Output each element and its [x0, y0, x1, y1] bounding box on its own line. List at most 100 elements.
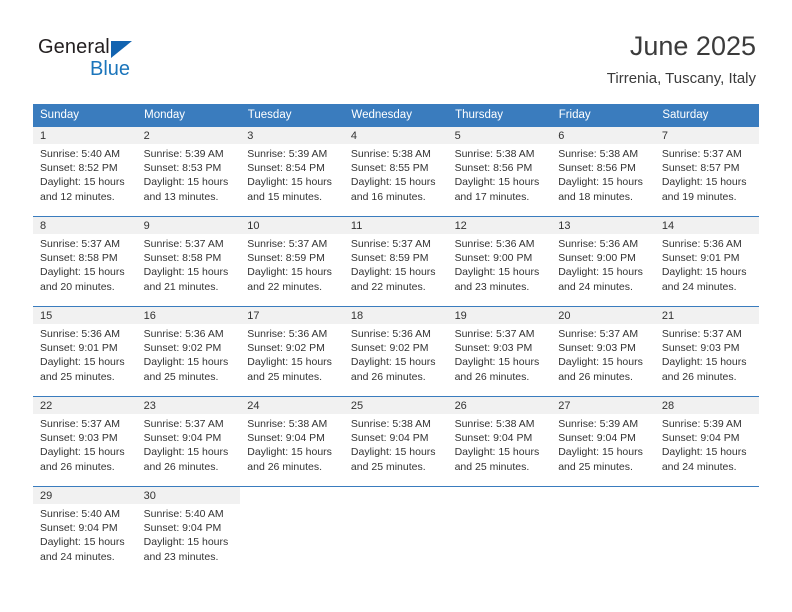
- day-cell-inner: 12 Sunrise: 5:36 AM Sunset: 9:00 PM Dayligh…: [447, 217, 552, 306]
- daylight-text-line2: and 22 minutes.: [247, 280, 322, 293]
- sunrise-text: Sunrise: 5:39 AM: [661, 418, 742, 430]
- day-details: Sunrise: 5:38 AM Sunset: 9:04 PM Daylight:…: [344, 414, 448, 474]
- day-number: 22: [33, 397, 137, 414]
- empty-day-placeholder: [240, 487, 344, 576]
- calendar-day-cell[interactable]: 21 Sunrise: 5:37 AM Sunset: 9:03 PM Dayligh…: [654, 306, 759, 397]
- calendar-day-cell[interactable]: 30 Sunrise: 5:40 AM Sunset: 9:04 PM Dayligh…: [136, 486, 241, 576]
- calendar-day-cell[interactable]: 2 Sunrise: 5:39 AM Sunset: 8:53 PM Daylight…: [136, 126, 241, 217]
- daylight-text-line1: Daylight: 15 hours: [40, 356, 125, 369]
- day-number: 10: [240, 217, 344, 234]
- calendar-week-row: 29 Sunrise: 5:40 AM Sunset: 9:04 PM Dayligh…: [33, 486, 759, 576]
- calendar-page: General Blue June 2025 Tirrenia, Tuscany…: [0, 0, 792, 612]
- calendar-day-cell[interactable]: 9 Sunrise: 5:37 AM Sunset: 8:58 PM Daylight…: [136, 216, 241, 307]
- day-cell-inner: 10 Sunrise: 5:37 AM Sunset: 8:59 PM Dayligh…: [240, 217, 344, 306]
- calendar-day-cell[interactable]: 14 Sunrise: 5:36 AM Sunset: 9:01 PM Dayligh…: [654, 216, 759, 307]
- sunrise-text: Sunrise: 5:37 AM: [350, 238, 431, 250]
- sunset-text: Sunset: 9:04 PM: [40, 522, 118, 535]
- daylight-text-line1: Daylight: 15 hours: [454, 356, 540, 369]
- day-details: Sunrise: 5:39 AM Sunset: 8:54 PM Daylight:…: [240, 144, 344, 204]
- calendar-day-cell[interactable]: 3 Sunrise: 5:39 AM Sunset: 8:54 PM Daylight…: [240, 126, 344, 217]
- calendar-day-cell[interactable]: 4 Sunrise: 5:38 AM Sunset: 8:55 PM Daylight…: [343, 126, 448, 217]
- blue-triangle-icon: [111, 41, 132, 58]
- calendar-day-cell[interactable]: 1 Sunrise: 5:40 AM Sunset: 8:52 PM Daylight…: [33, 126, 137, 217]
- day-details: Sunrise: 5:37 AM Sunset: 8:57 PM Daylight:…: [655, 144, 759, 204]
- calendar-day-cell[interactable]: 16 Sunrise: 5:36 AM Sunset: 9:02 PM Dayligh…: [136, 306, 241, 397]
- daylight-text-line1: Daylight: 15 hours: [143, 536, 229, 549]
- day-details: Sunrise: 5:38 AM Sunset: 8:56 PM Daylight:…: [551, 144, 655, 204]
- calendar-day-cell[interactable]: 19 Sunrise: 5:37 AM Sunset: 9:03 PM Dayligh…: [447, 306, 552, 397]
- calendar-day-cell[interactable]: 15 Sunrise: 5:36 AM Sunset: 9:01 PM Dayligh…: [33, 306, 137, 397]
- day-number: 29: [33, 487, 137, 504]
- sunrise-text: Sunrise: 5:36 AM: [350, 328, 431, 340]
- day-cell-inner: 29 Sunrise: 5:40 AM Sunset: 9:04 PM Dayligh…: [33, 487, 137, 576]
- daylight-text-line1: Daylight: 15 hours: [247, 446, 332, 459]
- daylight-text-line1: Daylight: 15 hours: [40, 536, 125, 549]
- calendar-day-cell[interactable]: 26 Sunrise: 5:38 AM Sunset: 9:04 PM Dayligh…: [447, 396, 552, 487]
- day-details: Sunrise: 5:36 AM Sunset: 9:01 PM Daylight:…: [655, 234, 759, 294]
- day-details: Sunrise: 5:38 AM Sunset: 9:04 PM Daylight:…: [240, 414, 344, 474]
- generalblue-logo[interactable]: General Blue: [38, 36, 158, 84]
- logo-text-general: General: [38, 36, 110, 58]
- calendar-day-cell[interactable]: 24 Sunrise: 5:38 AM Sunset: 9:04 PM Dayligh…: [240, 396, 344, 487]
- calendar-day-cell[interactable]: 23 Sunrise: 5:37 AM Sunset: 9:04 PM Dayligh…: [136, 396, 241, 487]
- calendar-week-row: 1 Sunrise: 5:40 AM Sunset: 8:52 PM Daylight…: [33, 126, 759, 217]
- weekday-header-sunday: Sunday: [33, 104, 138, 127]
- calendar-day-cell[interactable]: 27 Sunrise: 5:39 AM Sunset: 9:04 PM Dayligh…: [551, 396, 655, 487]
- calendar-day-cell[interactable]: 8 Sunrise: 5:37 AM Sunset: 8:58 PM Daylight…: [33, 216, 137, 307]
- calendar-day-cell[interactable]: 10 Sunrise: 5:37 AM Sunset: 8:59 PM Dayligh…: [240, 216, 344, 307]
- day-cell-inner: 21 Sunrise: 5:37 AM Sunset: 9:03 PM Dayligh…: [654, 307, 759, 396]
- daylight-text-line1: Daylight: 15 hours: [40, 446, 125, 459]
- day-details: Sunrise: 5:39 AM Sunset: 9:04 PM Daylight:…: [551, 414, 655, 474]
- calendar-day-cell[interactable]: 25 Sunrise: 5:38 AM Sunset: 9:04 PM Dayligh…: [343, 396, 448, 487]
- sunrise-text: Sunrise: 5:38 AM: [454, 418, 535, 430]
- calendar-day-cell[interactable]: 12 Sunrise: 5:36 AM Sunset: 9:00 PM Dayligh…: [447, 216, 552, 307]
- daylight-text-line1: Daylight: 15 hours: [661, 176, 747, 189]
- sunset-text: Sunset: 9:04 PM: [247, 432, 325, 445]
- sunset-text: Sunset: 9:04 PM: [143, 432, 222, 445]
- calendar-day-cell[interactable]: 28 Sunrise: 5:39 AM Sunset: 9:04 PM Dayligh…: [654, 396, 759, 487]
- calendar-day-cell[interactable]: 7 Sunrise: 5:37 AM Sunset: 8:57 PM Daylight…: [654, 126, 759, 217]
- calendar-day-cell[interactable]: 6 Sunrise: 5:38 AM Sunset: 8:56 PM Daylight…: [551, 126, 655, 217]
- daylight-text-line1: Daylight: 15 hours: [661, 266, 747, 279]
- sunrise-text: Sunrise: 5:40 AM: [40, 148, 120, 160]
- sunset-text: Sunset: 9:00 PM: [454, 252, 533, 265]
- daylight-text-line2: and 24 minutes.: [558, 280, 633, 293]
- sunset-text: Sunset: 8:57 PM: [661, 162, 740, 175]
- calendar-day-cell[interactable]: 20 Sunrise: 5:37 AM Sunset: 9:03 PM Dayligh…: [551, 306, 655, 397]
- calendar-day-cell[interactable]: 11 Sunrise: 5:37 AM Sunset: 8:59 PM Dayligh…: [343, 216, 448, 307]
- daylight-text-line1: Daylight: 15 hours: [661, 446, 747, 459]
- day-number: 3: [240, 127, 344, 144]
- calendar-day-cell[interactable]: 18 Sunrise: 5:36 AM Sunset: 9:02 PM Dayligh…: [343, 306, 448, 397]
- daylight-text-line1: Daylight: 15 hours: [661, 356, 747, 369]
- sunset-text: Sunset: 8:54 PM: [247, 162, 325, 175]
- day-cell-inner: 7 Sunrise: 5:37 AM Sunset: 8:57 PM Daylight…: [654, 127, 759, 216]
- sunrise-text: Sunrise: 5:37 AM: [40, 418, 120, 430]
- day-number: 19: [447, 307, 552, 324]
- calendar-day-cell[interactable]: 13 Sunrise: 5:36 AM Sunset: 9:00 PM Dayligh…: [551, 216, 655, 307]
- day-details: Sunrise: 5:36 AM Sunset: 9:00 PM Daylight:…: [551, 234, 655, 294]
- daylight-text-line2: and 12 minutes.: [40, 190, 115, 203]
- day-number: 20: [551, 307, 655, 324]
- empty-day-placeholder: [551, 487, 655, 576]
- day-cell-inner: 26 Sunrise: 5:38 AM Sunset: 9:04 PM Dayligh…: [447, 397, 552, 486]
- calendar-day-cell[interactable]: 17 Sunrise: 5:36 AM Sunset: 9:02 PM Dayligh…: [240, 306, 344, 397]
- calendar-header-row: Sunday Monday Tuesday Wednesday Thursday Frid…: [33, 104, 759, 127]
- weekday-header-saturday: Saturday: [654, 104, 759, 127]
- sunrise-text: Sunrise: 5:36 AM: [40, 328, 120, 340]
- day-cell-inner: 4 Sunrise: 5:38 AM Sunset: 8:55 PM Daylight…: [343, 127, 448, 216]
- daylight-text-line2: and 26 minutes.: [40, 460, 115, 473]
- sunset-text: Sunset: 8:59 PM: [247, 252, 325, 265]
- day-details: Sunrise: 5:36 AM Sunset: 9:02 PM Daylight:…: [344, 324, 448, 384]
- empty-day-placeholder: [447, 487, 552, 576]
- calendar-cell-empty: [551, 486, 655, 576]
- calendar-day-cell[interactable]: 29 Sunrise: 5:40 AM Sunset: 9:04 PM Dayligh…: [33, 486, 137, 576]
- sunrise-text: Sunrise: 5:37 AM: [454, 328, 535, 340]
- calendar-day-cell[interactable]: 22 Sunrise: 5:37 AM Sunset: 9:03 PM Dayligh…: [33, 396, 137, 487]
- daylight-text-line1: Daylight: 15 hours: [350, 266, 436, 279]
- daylight-text-line2: and 22 minutes.: [350, 280, 426, 293]
- daylight-text-line1: Daylight: 15 hours: [350, 446, 436, 459]
- day-details: Sunrise: 5:36 AM Sunset: 9:01 PM Daylight:…: [33, 324, 137, 384]
- calendar-day-cell[interactable]: 5 Sunrise: 5:38 AM Sunset: 8:56 PM Daylight…: [447, 126, 552, 217]
- daylight-text-line1: Daylight: 15 hours: [143, 446, 229, 459]
- sunrise-text: Sunrise: 5:37 AM: [143, 238, 224, 250]
